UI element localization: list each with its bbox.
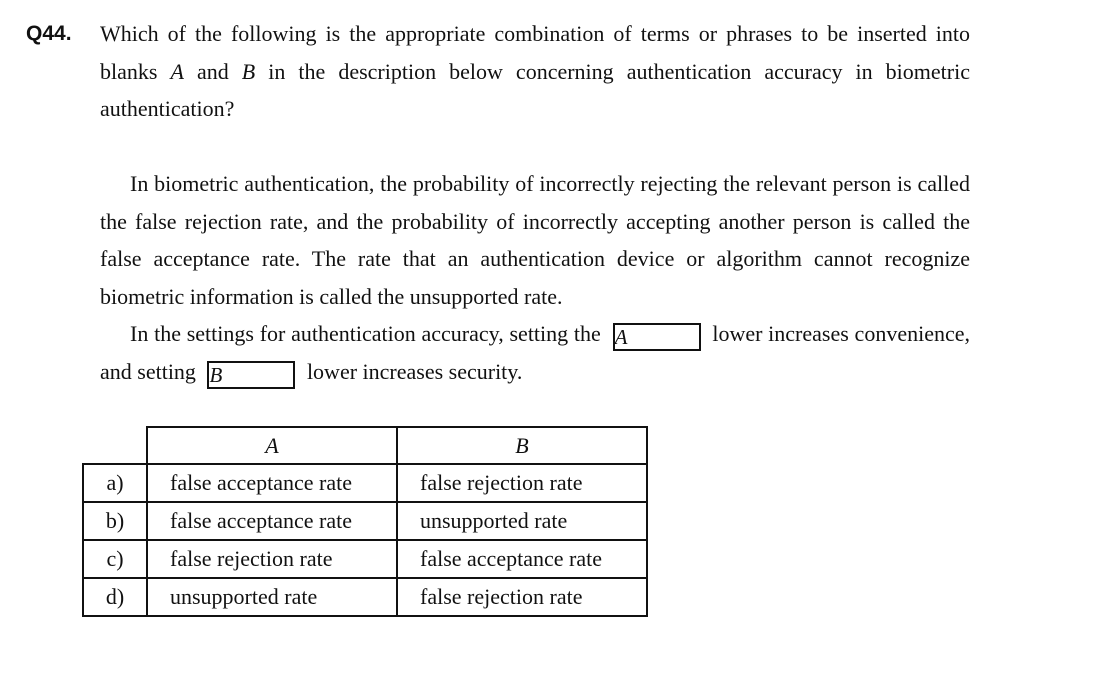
table-header-row: A B [83, 426, 648, 465]
table-corner [83, 427, 148, 465]
passage-p2-part1: In the settings for authentication accur… [130, 321, 601, 346]
table-row[interactable]: a) false acceptance rate false rejection… [82, 463, 648, 503]
answer-table: A B a) false acceptance rate false rejec… [82, 426, 648, 617]
option-label: b) [82, 501, 148, 541]
option-label: a) [82, 463, 148, 503]
passage: In biometric authentication, the probabi… [100, 165, 970, 390]
passage-p2-part3: lower increases security. [306, 358, 523, 384]
option-label: c) [82, 539, 148, 579]
header-a: A [146, 426, 398, 465]
question-stem: Which of the following is the appropriat… [100, 15, 970, 128]
question-blank-b-label: B [241, 58, 256, 84]
option-label: d) [82, 577, 148, 617]
header-b: B [396, 426, 648, 465]
option-b-cell: false acceptance rate [396, 539, 648, 579]
passage-paragraph-1: In biometric authentication, the probabi… [100, 171, 970, 309]
option-b-cell: false rejection rate [396, 577, 648, 617]
table-row[interactable]: d) unsupported rate false rejection rate [82, 577, 648, 617]
passage-paragraph-2: In the settings for authentication accur… [100, 315, 970, 390]
question-number: Q44. [26, 22, 72, 45]
question-blank-a-label: A [170, 58, 184, 84]
option-a-cell: false acceptance rate [146, 501, 398, 541]
option-a-cell: unsupported rate [146, 577, 398, 617]
option-a-cell: false rejection rate [146, 539, 398, 579]
table-row[interactable]: c) false rejection rate false acceptance… [82, 539, 648, 579]
option-a-cell: false acceptance rate [146, 463, 398, 503]
blank-a-box: A [612, 323, 701, 351]
blank-b-box: B [207, 360, 296, 389]
option-b-cell: unsupported rate [396, 501, 648, 541]
table-row[interactable]: b) false acceptance rate unsupported rat… [82, 501, 648, 541]
question-text-and: and [183, 58, 242, 84]
option-b-cell: false rejection rate [396, 463, 648, 503]
